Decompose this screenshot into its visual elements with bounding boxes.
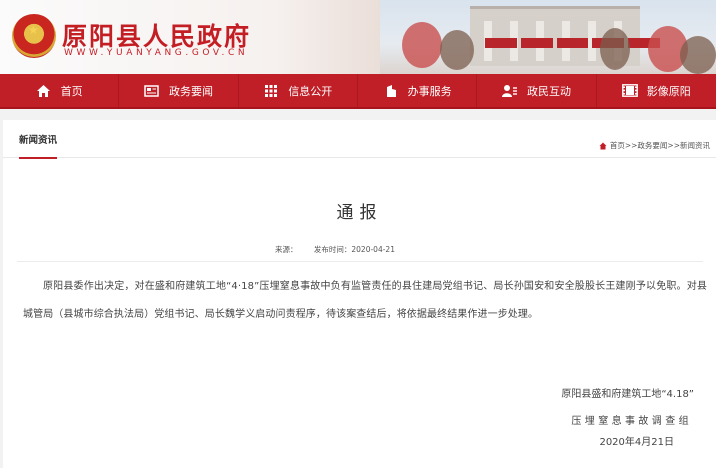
tab-news[interactable]: 新闻资讯 [19,132,58,159]
section-header: 新闻资讯 首页>>政务要闻>>新闻资讯 [3,120,716,159]
nav-item-gallery[interactable]: 影像原阳 [597,74,716,107]
home-icon [599,142,607,150]
article-container: 新闻资讯 首页>>政务要闻>>新闻资讯 通报 来源： 发布时间：2020-04-… [3,120,716,468]
article-meta: 来源： 发布时间：2020-04-21 [275,244,409,255]
nav-item-home[interactable]: 首页 [0,74,120,107]
article-body: 原阳县委作出决定，对在盛和府建筑工地“4·18”压埋窒息事故中负有监管责任的县住… [23,281,707,320]
home-icon [36,84,52,98]
signature-line1: 原阳县盛和府建筑工地“4.18” [561,389,694,400]
signature-line2: 压埋窒息事故调查组 [571,416,692,427]
site-domain: WWW.YUANYANG.GOV.CN [64,48,249,58]
banner-slogans [485,38,660,50]
main-nav: 首页 政务要闻 信息公开 办事服务 政民互动 影像原阳 [0,74,716,109]
nav-item-service[interactable]: 办事服务 [358,74,478,107]
article-title: 通报 [336,203,383,223]
nav-item-interaction[interactable]: 政民互动 [477,74,597,107]
nav-item-info[interactable]: 信息公开 [239,74,358,107]
date-label: 发布时间： [313,245,352,254]
source-label: 来源： [275,245,298,254]
newspaper-icon [144,84,160,98]
signature-date: 2020年4月21日 [599,437,674,448]
nav-item-label: 影像原阳 [646,84,691,98]
nav-item-label: 首页 [60,84,83,98]
nav-item-label: 政民互动 [526,84,571,98]
user-icon [502,84,518,98]
nav-item-label: 信息公开 [288,84,333,98]
nav-item-label: 政务要闻 [168,84,213,98]
header-banner: ★ 原阳县人民政府 WWW.YUANYANG.GOV.CN [0,0,716,74]
national-emblem-icon[interactable]: ★ [12,14,56,58]
divider [17,261,703,262]
nav-item-label: 办事服务 [407,84,452,98]
building-icon [383,84,399,98]
breadcrumb: 首页>>政务要闻>>新闻资讯 [599,140,710,151]
publish-date: 2020-04-21 [351,245,395,254]
breadcrumb-text[interactable]: 首页>>政务要闻>>新闻资讯 [610,140,710,151]
nav-item-news[interactable]: 政务要闻 [119,74,239,107]
grid-icon [263,84,279,98]
film-icon [621,84,638,98]
